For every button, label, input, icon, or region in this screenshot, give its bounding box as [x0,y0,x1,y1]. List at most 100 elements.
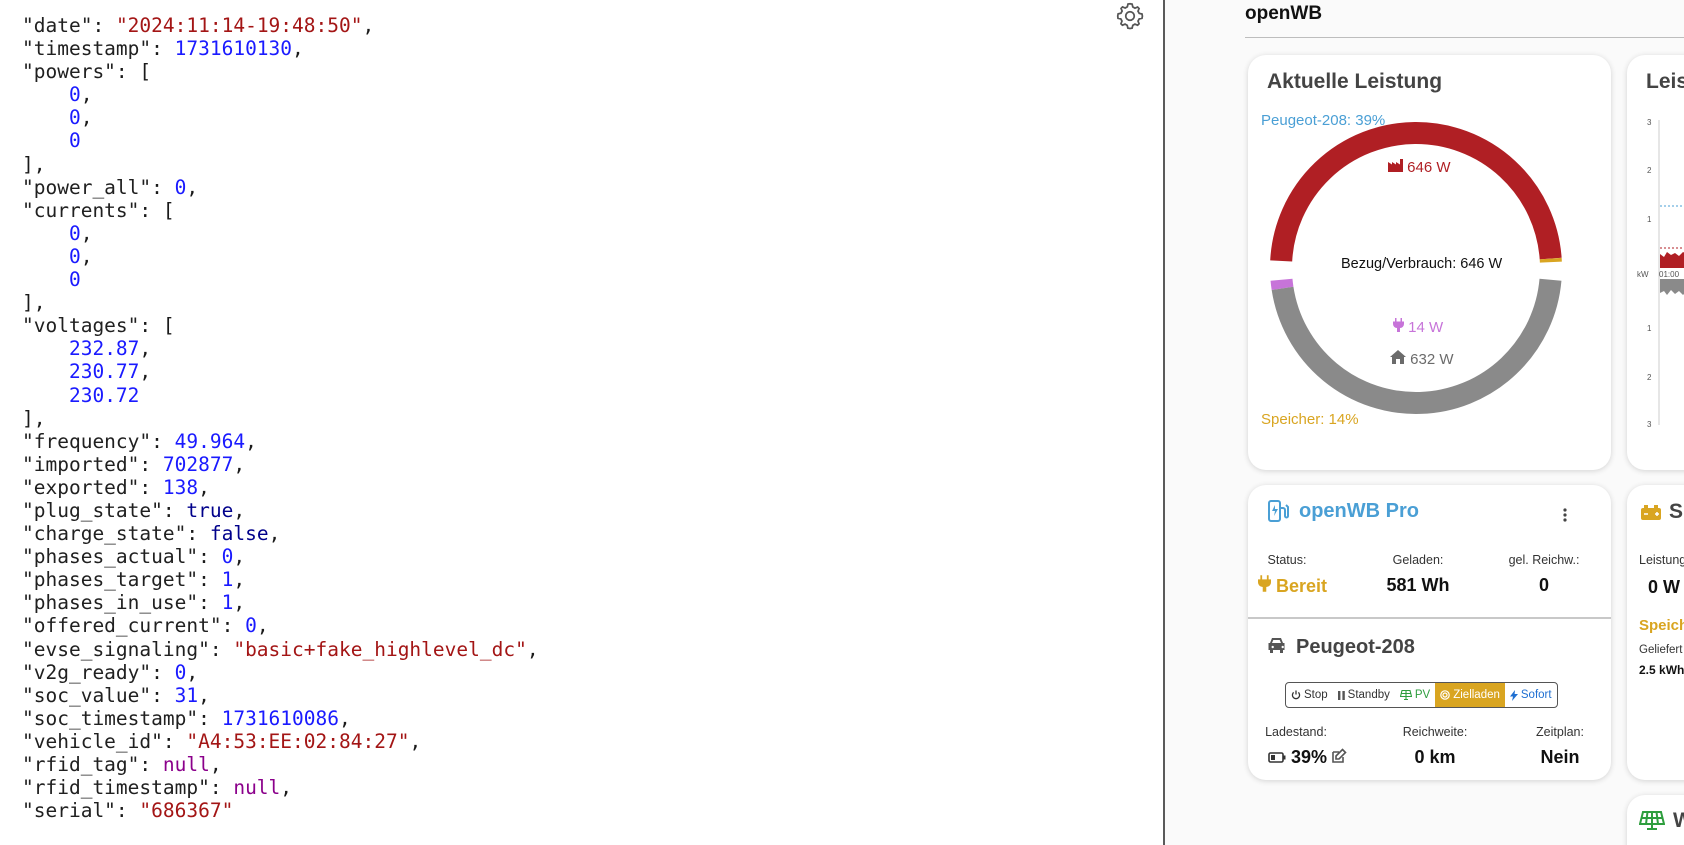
json-line: 0, [22,222,539,245]
json-token: , [80,106,93,130]
house-icon [1390,350,1406,368]
json-token: 31 [174,683,199,707]
mode-zielladen-button[interactable]: Zielladen [1435,683,1505,707]
json-token: : [186,522,210,546]
grid-value-row: 646 W [1388,159,1451,176]
json-token: : [221,614,246,638]
json-line: "offered_current": 0, [22,614,539,637]
json-token: : [198,568,222,592]
mode-standby-button[interactable]: Standby [1333,683,1395,707]
svg-text:1: 1 [1647,324,1652,333]
json-token: : [ [115,60,152,84]
edit-icon[interactable] [1331,748,1347,769]
json-token: "charge_state" [22,522,187,546]
charge-mode-selector[interactable]: Stop Standby PV Zielladen Sofort [1285,682,1558,708]
json-line: "vehicle_id": "A4:53:EE:02:84:27", [22,730,539,753]
storage-power-label: Leistung [1639,553,1684,567]
plan-label: Zeitplan: [1536,725,1584,739]
json-line: "serial": "686367" [22,799,539,822]
json-token: "imported" [22,452,140,476]
battery-car-icon [1640,505,1662,526]
mode-label: Sofort [1520,689,1552,701]
range-value: 0 [1538,575,1550,595]
json-line: "exported": 138, [22,476,539,499]
json-token: 49.964 [174,429,246,453]
json-token: "frequency" [22,429,152,453]
json-token: : [139,475,163,499]
json-token: "power_all" [22,175,152,199]
openwb-pane: openWB Aktuelle Leistung Peugeot-208: 39… [1165,0,1684,845]
mode-label: Zielladen [1453,689,1500,701]
json-line: 0 [22,268,539,291]
json-token: "plug_state" [22,498,163,522]
mode-pv-button[interactable]: PV [1395,683,1435,707]
json-line: 0, [22,245,539,268]
json-token: : [209,776,234,800]
json-token: , [233,591,246,615]
svg-text:3: 3 [1647,118,1652,127]
json-token: "date" [22,14,93,37]
json-token: "exported" [22,475,140,499]
json-token: "2024:11:14-19:48:50" [115,14,363,37]
json-token: "686367" [139,799,234,823]
json-token: "timestamp" [22,37,152,61]
json-line: "v2g_ready": 0, [22,661,539,684]
json-line: "currents": [ [22,199,539,222]
json-line: "soc_value": 31, [22,684,539,707]
json-token: , [233,452,246,476]
gear-icon[interactable] [1114,0,1146,32]
json-token: "evse_signaling" [22,637,210,661]
house-value-row: 632 W [1390,350,1454,368]
json-line: ], [22,407,539,430]
storage-section-title: Speich [1639,617,1684,634]
plug-icon [1258,575,1271,596]
svg-text:3: 3 [1647,420,1652,429]
json-token: 702877 [162,452,234,476]
charge-arc [1270,278,1294,291]
kebab-menu-icon[interactable] [1560,507,1570,528]
json-token: : [162,498,187,522]
mode-sofort-button[interactable]: Sofort [1505,683,1557,707]
json-token: "powers" [22,60,116,84]
json-token: : [198,591,222,615]
json-token: "currents" [22,198,140,222]
json-token: 0 [221,545,234,569]
json-token: "basic+fake_highlevel_dc" [233,637,527,661]
json-line: "frequency": 49.964, [22,430,539,453]
json-token: true [186,498,234,522]
json-token: , [80,83,93,107]
json-line: "powers": [ [22,60,539,83]
json-token: 0 [68,244,81,268]
plug-icon [1393,318,1404,336]
json-token: , [139,337,152,361]
consumption-label: Bezug/Verbrauch: 646 W [1341,256,1503,272]
json-line: 232.87, [22,337,539,360]
bolt-icon [1509,689,1518,701]
storage-title: Sp [1669,500,1684,523]
json-line: 230.77, [22,360,539,383]
json-token: null [233,776,281,800]
json-token: , [233,545,246,569]
json-line: 0, [22,106,539,129]
json-viewer: "date": "2024:11:14-19:48:50", "timestamp… [0,0,1163,845]
reach-value: 0 km [1414,747,1456,767]
json-token: 138 [162,475,199,499]
json-token: , [80,244,93,268]
json-token: : [162,729,187,753]
factory-icon [1388,159,1403,176]
json-token: "phases_in_use" [22,591,199,615]
status-value: Bereit [1276,576,1328,596]
mode-stop-button[interactable]: Stop [1286,683,1333,707]
json-line: "plug_state": true, [22,499,539,522]
json-token: 0 [68,83,81,107]
json-token: 0 [68,106,81,130]
json-token: , [186,175,199,199]
json-token: : [198,706,222,730]
json-token: 230.77 [68,360,140,384]
storage-delivered-value: 2.5 kWh [1639,663,1684,677]
json-line: ], [22,153,539,176]
json-line: "voltages": [ [22,314,539,337]
